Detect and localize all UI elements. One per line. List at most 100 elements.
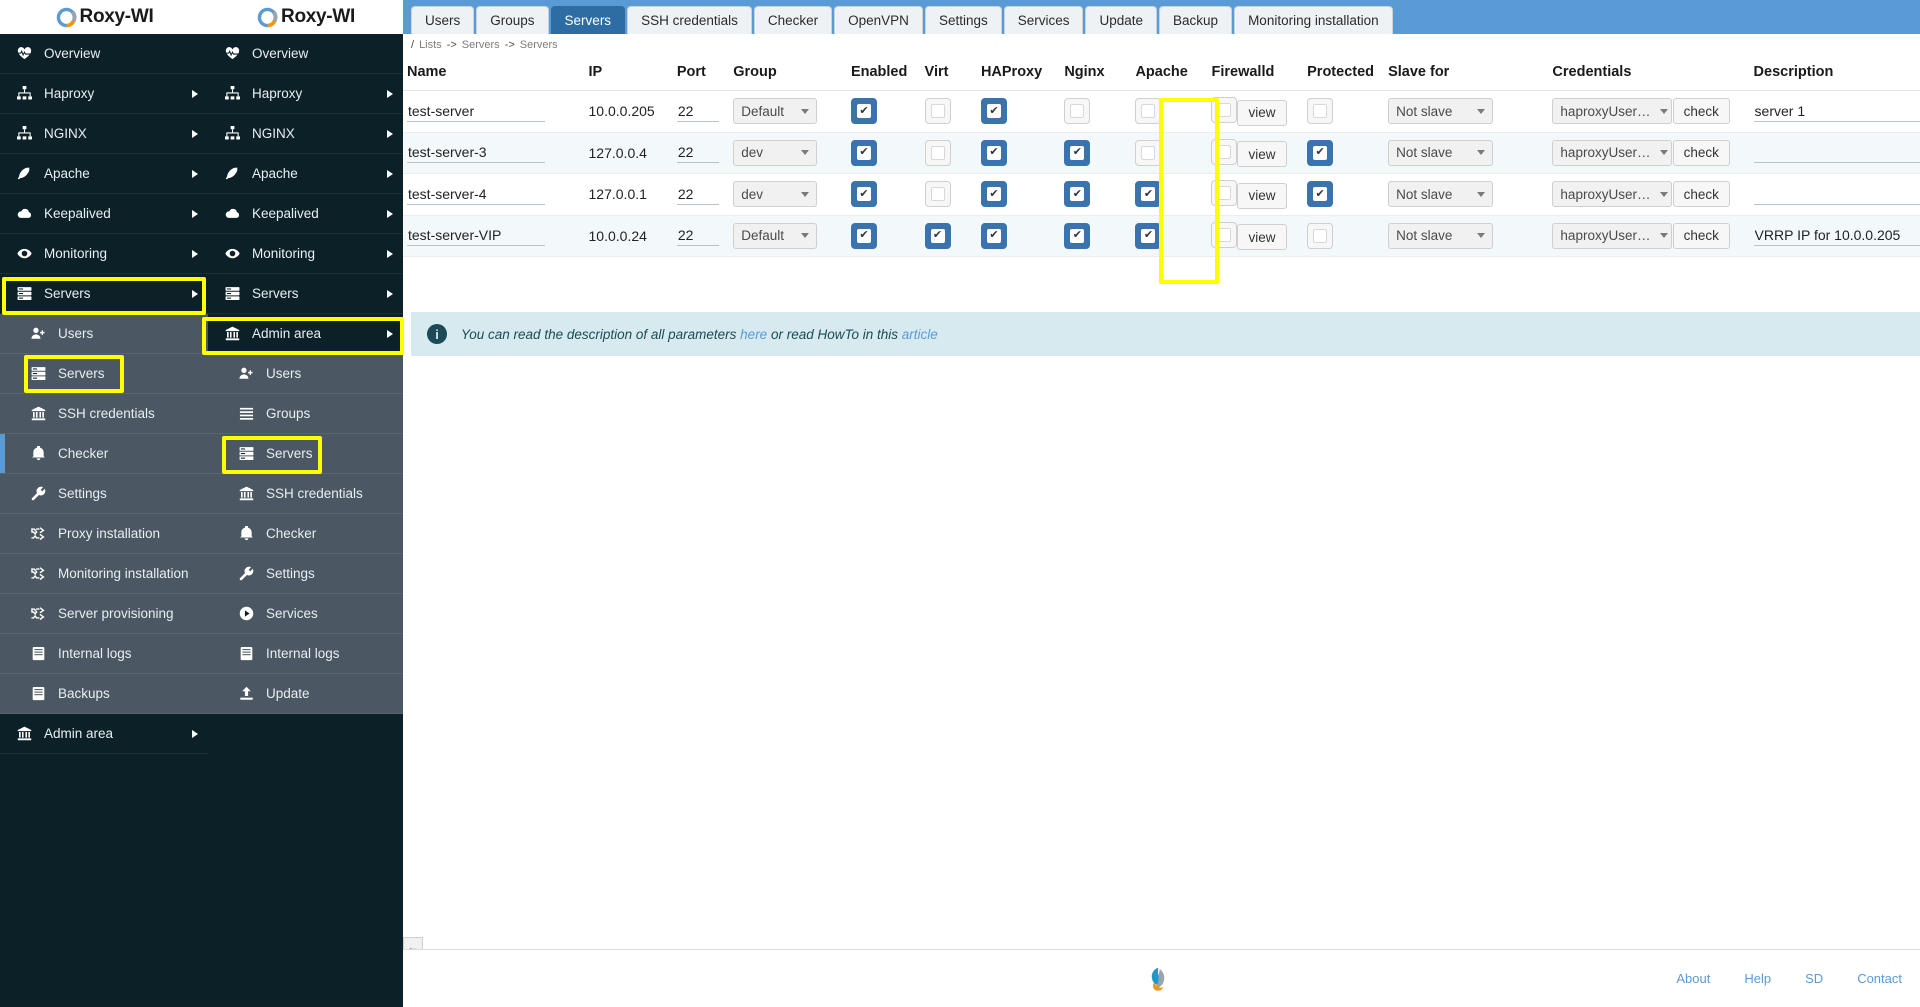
tab-settings[interactable]: Settings (924, 6, 1002, 34)
sidebar-item-monitoring-installation[interactable]: Monitoring installation (0, 554, 208, 594)
server-port-input[interactable] (676, 183, 719, 205)
description-input[interactable] (1753, 183, 1920, 205)
haproxy-checkbox[interactable]: ✔ (980, 222, 1007, 249)
server-name-input[interactable] (407, 225, 545, 247)
sidebar-item-server-provisioning[interactable]: Server provisioning (0, 594, 208, 634)
sidebar-item-internal-logs[interactable]: Internal logs (0, 634, 208, 674)
nginx-checkbox[interactable]: ✔ (1064, 181, 1091, 208)
group-select[interactable]: dev (733, 139, 818, 166)
haproxy-checkbox[interactable]: ✔ (980, 98, 1007, 125)
tab-ssh-credentials[interactable]: SSH credentials (627, 6, 752, 34)
brand-secondary[interactable]: Roxy-WI (208, 0, 403, 34)
sidebar-item-ssh-credentials[interactable]: SSH credentials (0, 394, 208, 434)
sidebar-item-users[interactable]: Users (0, 314, 208, 354)
sidebar-item-servers[interactable]: Servers (0, 354, 208, 394)
server-port-input[interactable] (676, 100, 719, 122)
apache-checkbox[interactable]: ✔ (1135, 181, 1162, 208)
nginx-checkbox[interactable]: ✔ (1064, 222, 1091, 249)
enabled-checkbox[interactable]: ✔ (850, 98, 877, 125)
view-button[interactable]: view (1237, 141, 1287, 167)
tab-services[interactable]: Services (1003, 6, 1084, 34)
server-port-input[interactable] (676, 225, 719, 247)
sidebar-item-groups[interactable]: Groups (208, 394, 403, 434)
sidebar-item-apache[interactable]: Apache (208, 154, 403, 194)
description-input[interactable] (1753, 142, 1920, 164)
sidebar-item-servers[interactable]: Servers (0, 274, 208, 314)
apache-checkbox[interactable]: ✔ (1135, 222, 1162, 249)
virt-checkbox[interactable]: ✔ (924, 222, 951, 249)
server-port-input[interactable] (676, 142, 719, 164)
view-button[interactable]: view (1237, 99, 1287, 126)
sidebar-item-users[interactable]: Users (208, 354, 403, 394)
notice-link-article[interactable]: article (902, 327, 938, 342)
sidebar-item-ssh-credentials[interactable]: SSH credentials (208, 474, 403, 514)
nginx-checkbox[interactable]: ✔ (1064, 139, 1091, 166)
footer-link-contact[interactable]: Contact (1857, 971, 1902, 986)
protected-checkbox[interactable] (1307, 98, 1334, 125)
footer-link-sd[interactable]: SD (1805, 971, 1823, 986)
credentials-select[interactable]: haproxyUser… (1552, 222, 1673, 249)
enabled-checkbox[interactable]: ✔ (850, 222, 877, 249)
description-input[interactable] (1753, 100, 1920, 122)
sidebar-item-backups[interactable]: Backups (0, 674, 208, 714)
protected-checkbox[interactable] (1307, 222, 1334, 249)
firewalld-checkbox[interactable] (1211, 180, 1238, 206)
sidebar-item-admin-area[interactable]: Admin area (208, 314, 403, 354)
nginx-checkbox[interactable] (1064, 98, 1091, 125)
group-select[interactable]: dev (733, 181, 818, 208)
server-name-input[interactable] (407, 100, 545, 122)
breadcrumb-item[interactable]: Servers (462, 39, 500, 51)
check-button[interactable]: check (1672, 222, 1730, 249)
credentials-select[interactable]: haproxyUser… (1552, 139, 1673, 166)
sidebar-item-keepalived[interactable]: Keepalived (0, 194, 208, 234)
haproxy-checkbox[interactable]: ✔ (980, 139, 1007, 166)
view-button[interactable]: view (1237, 182, 1287, 209)
tab-openvpn[interactable]: OpenVPN (834, 6, 923, 34)
sidebar-item-checker[interactable]: Checker (0, 434, 208, 474)
check-button[interactable]: check (1672, 139, 1730, 166)
sidebar-item-internal-logs[interactable]: Internal logs (208, 634, 403, 674)
footer-link-help[interactable]: Help (1744, 971, 1771, 986)
tab-users[interactable]: Users (411, 6, 475, 34)
credentials-select[interactable]: haproxyUser… (1552, 181, 1673, 208)
slave-for-select[interactable]: Not slave (1388, 139, 1494, 166)
server-name-input[interactable] (407, 183, 545, 205)
sidebar-item-admin-area[interactable]: Admin area (0, 714, 208, 754)
enabled-checkbox[interactable]: ✔ (850, 181, 877, 208)
notice-link-here[interactable]: here (740, 327, 767, 342)
breadcrumb-item[interactable]: Lists (419, 39, 442, 51)
sidebar-item-keepalived[interactable]: Keepalived (208, 194, 403, 234)
protected-checkbox[interactable]: ✔ (1307, 181, 1334, 208)
sidebar-item-nginx[interactable]: NGINX (0, 114, 208, 154)
apache-checkbox[interactable] (1135, 139, 1162, 166)
firewalld-checkbox[interactable] (1211, 221, 1238, 248)
slave-for-select[interactable]: Not slave (1388, 98, 1494, 125)
sidebar-item-overview[interactable]: Overview (0, 34, 208, 74)
credentials-select[interactable]: haproxyUser… (1552, 98, 1673, 125)
sidebar-item-services[interactable]: Services (208, 594, 403, 634)
sidebar-item-settings[interactable]: Settings (0, 474, 208, 514)
sidebar-item-haproxy[interactable]: Haproxy (208, 74, 403, 114)
sidebar-item-overview[interactable]: Overview (208, 34, 403, 74)
tab-groups[interactable]: Groups (476, 6, 549, 34)
group-select[interactable]: Default (733, 222, 818, 249)
virt-checkbox[interactable] (924, 98, 951, 125)
tab-checker[interactable]: Checker (753, 6, 833, 34)
slave-for-select[interactable]: Not slave (1388, 181, 1494, 208)
apache-checkbox[interactable] (1135, 98, 1162, 125)
virt-checkbox[interactable] (924, 181, 951, 208)
breadcrumb-item[interactable]: Servers (520, 39, 558, 51)
enabled-checkbox[interactable]: ✔ (850, 139, 877, 166)
sidebar-item-proxy-installation[interactable]: Proxy installation (0, 514, 208, 554)
sidebar-item-update[interactable]: Update (208, 674, 403, 714)
tab-monitoring-installation[interactable]: Monitoring installation (1234, 6, 1393, 34)
view-button[interactable]: view (1237, 224, 1287, 250)
brand-primary[interactable]: Roxy-WI (0, 0, 208, 34)
description-input[interactable] (1753, 225, 1920, 247)
sidebar-item-haproxy[interactable]: Haproxy (0, 74, 208, 114)
server-name-input[interactable] (407, 142, 545, 164)
sidebar-item-apache[interactable]: Apache (0, 154, 208, 194)
sidebar-item-servers[interactable]: Servers (208, 274, 403, 314)
tab-backup[interactable]: Backup (1159, 6, 1233, 34)
tab-update[interactable]: Update (1085, 6, 1158, 34)
